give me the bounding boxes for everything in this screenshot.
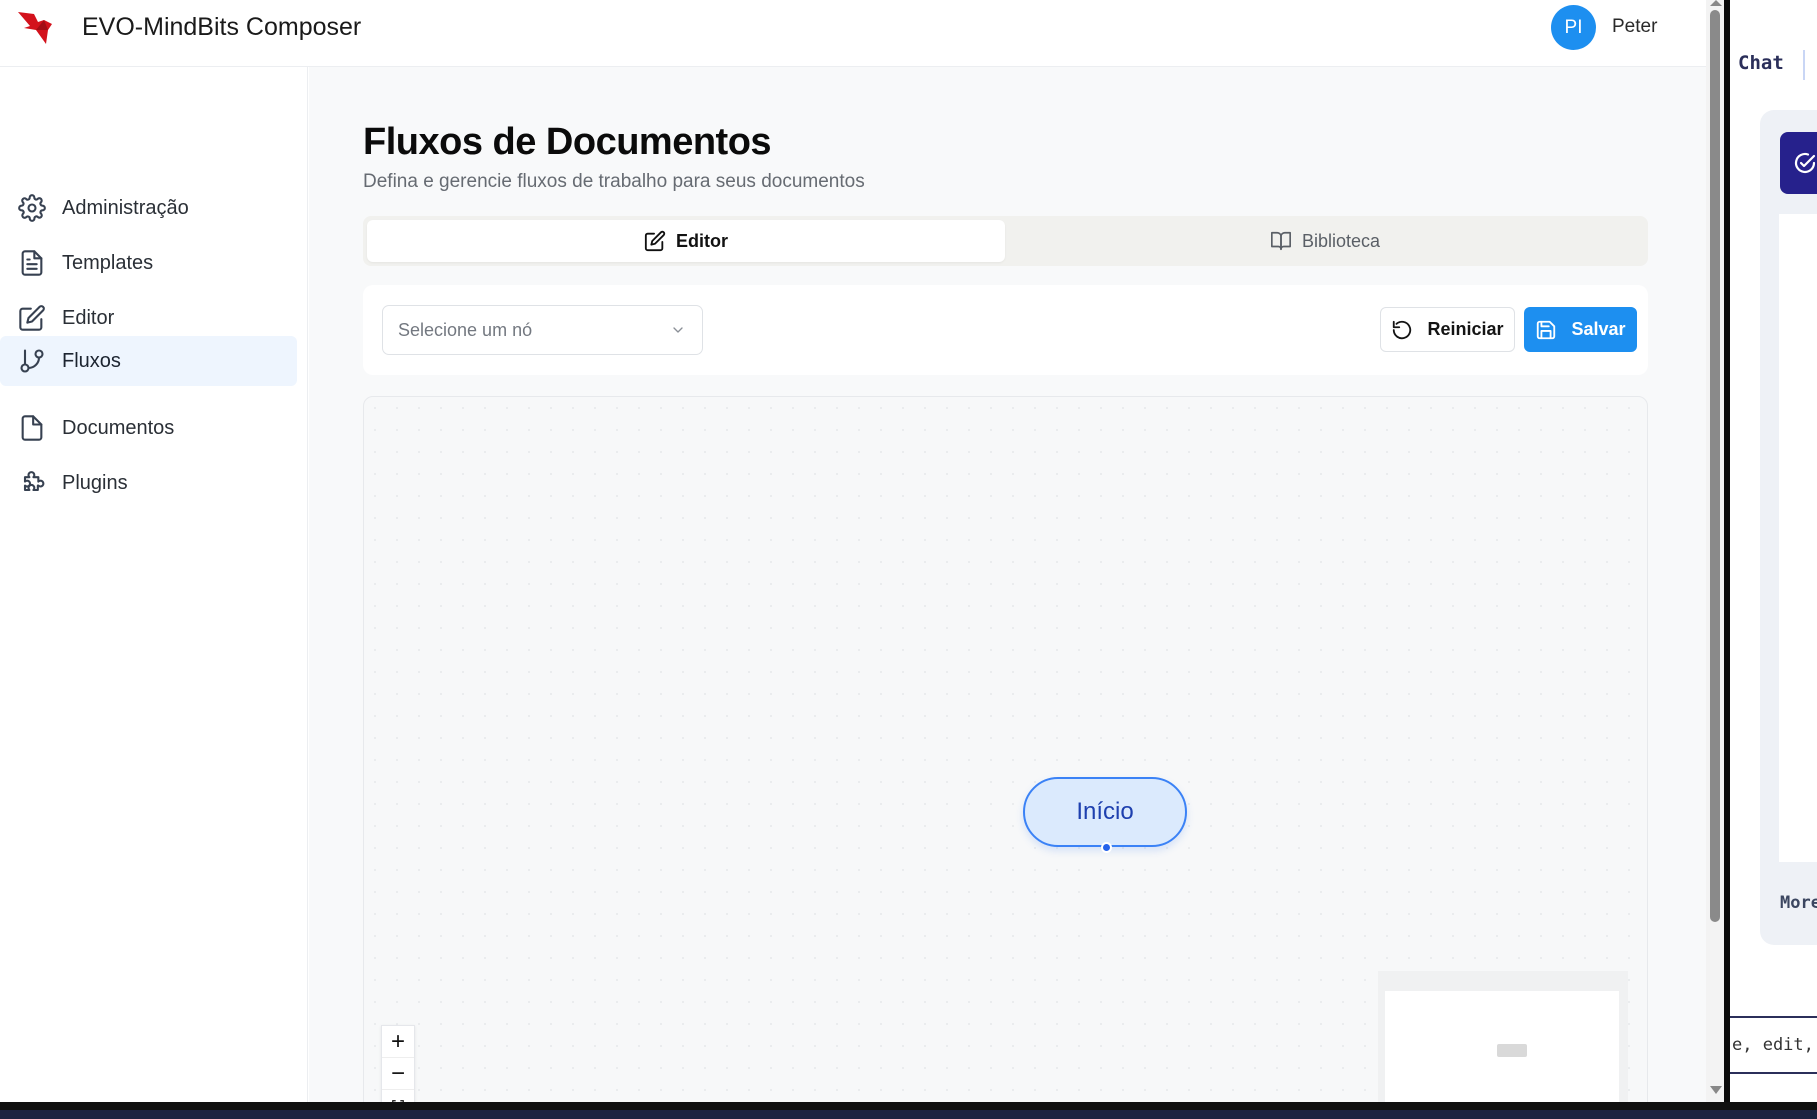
page-scrollbar[interactable] [1706, 0, 1724, 1102]
user-name[interactable]: Peter [1612, 16, 1657, 38]
side-panel: Chat More e, edit, an [1730, 0, 1817, 1119]
sidebar-item-documentos[interactable]: Documentos [0, 403, 297, 453]
rotate-ccw-icon [1393, 320, 1412, 339]
gear-icon [18, 194, 46, 222]
edit-icon [19, 305, 45, 331]
minimap-node [1497, 1044, 1527, 1057]
sidebar-item-label: Fluxos [62, 349, 121, 372]
app-title: EVO-MindBits Composer [82, 13, 362, 41]
more-link[interactable]: More [1780, 893, 1817, 913]
chevron-down-icon [673, 327, 683, 333]
zoom-controls: + − [381, 1025, 415, 1102]
edit-icon [644, 230, 666, 252]
sidebar-item-fluxos[interactable]: Fluxos [0, 336, 297, 386]
file-text-icon [21, 250, 43, 276]
page-title: Fluxos de Documentos [363, 121, 772, 163]
chat-tab[interactable]: Chat [1738, 52, 1784, 74]
taskbar-edge [0, 1102, 1817, 1119]
panel-action-button[interactable] [1780, 132, 1817, 194]
user-avatar[interactable]: PI [1551, 5, 1596, 50]
node-select[interactable]: Selecione um nó [382, 305, 703, 355]
save-icon [1537, 320, 1556, 339]
panel-content [1779, 214, 1817, 862]
sidebar-item-administracao[interactable]: Administração [0, 183, 297, 233]
minimap[interactable] [1378, 971, 1628, 1102]
fit-view-button[interactable] [382, 1090, 414, 1102]
save-button-label: Salvar [1571, 319, 1626, 339]
node-output-handle[interactable] [1101, 842, 1112, 853]
sidebar-item-label: Documentos [62, 416, 175, 439]
app-window: EVO-MindBits Composer PI Peter Administr… [0, 0, 1724, 1102]
tab-biblioteca[interactable]: Biblioteca [1006, 220, 1644, 262]
main-content: Fluxos de Documentos Defina e gerencie f… [309, 67, 1706, 1102]
sidebar-item-label: Plugins [62, 471, 128, 494]
reset-button-label: Reiniciar [1427, 319, 1504, 339]
scroll-up-arrow[interactable] [1710, 0, 1722, 6]
chat-input[interactable]: e, edit, an [1730, 1016, 1817, 1074]
scroll-thumb[interactable] [1710, 10, 1720, 922]
bird-logo-icon[interactable] [16, 8, 56, 48]
tab-editor[interactable]: Editor [367, 220, 1005, 262]
zoom-in-button[interactable]: + [382, 1026, 414, 1058]
taskbar-strip [0, 1110, 1817, 1119]
file-icon [21, 415, 43, 441]
reset-button[interactable]: Reiniciar [1380, 307, 1515, 352]
book-open-icon [1270, 231, 1291, 251]
sidebar-item-plugins[interactable]: Plugins [0, 458, 297, 508]
sidebar-item-templates[interactable]: Templates [0, 238, 297, 288]
node-select-placeholder: Selecione um nó [398, 319, 533, 340]
start-node[interactable]: Início [1023, 777, 1187, 847]
page-subtitle: Defina e gerencie fluxos de trabalho par… [363, 171, 865, 192]
sidebar: Administração Templates Editor Fluxos Do… [0, 67, 308, 1102]
tab-separator [1803, 50, 1805, 80]
sidebar-item-label: Administração [62, 196, 189, 219]
check-icon [1794, 152, 1816, 174]
top-header: EVO-MindBits Composer PI Peter [0, 0, 1706, 67]
flow-toolbar: Selecione um nó Reiniciar Salvar [363, 285, 1648, 375]
tab-bar: Editor Biblioteca [363, 216, 1648, 266]
puzzle-icon [23, 471, 45, 492]
zoom-out-button[interactable]: − [382, 1058, 414, 1090]
save-button[interactable]: Salvar [1524, 307, 1637, 352]
scroll-down-arrow[interactable] [1710, 1086, 1722, 1094]
flow-canvas[interactable]: Início + − [363, 396, 1648, 1102]
tab-label: Editor [676, 230, 728, 251]
sidebar-item-label: Editor [62, 306, 115, 329]
git-branch-icon [20, 349, 44, 373]
tab-label: Biblioteca [1301, 230, 1381, 251]
sidebar-item-label: Templates [62, 251, 154, 274]
